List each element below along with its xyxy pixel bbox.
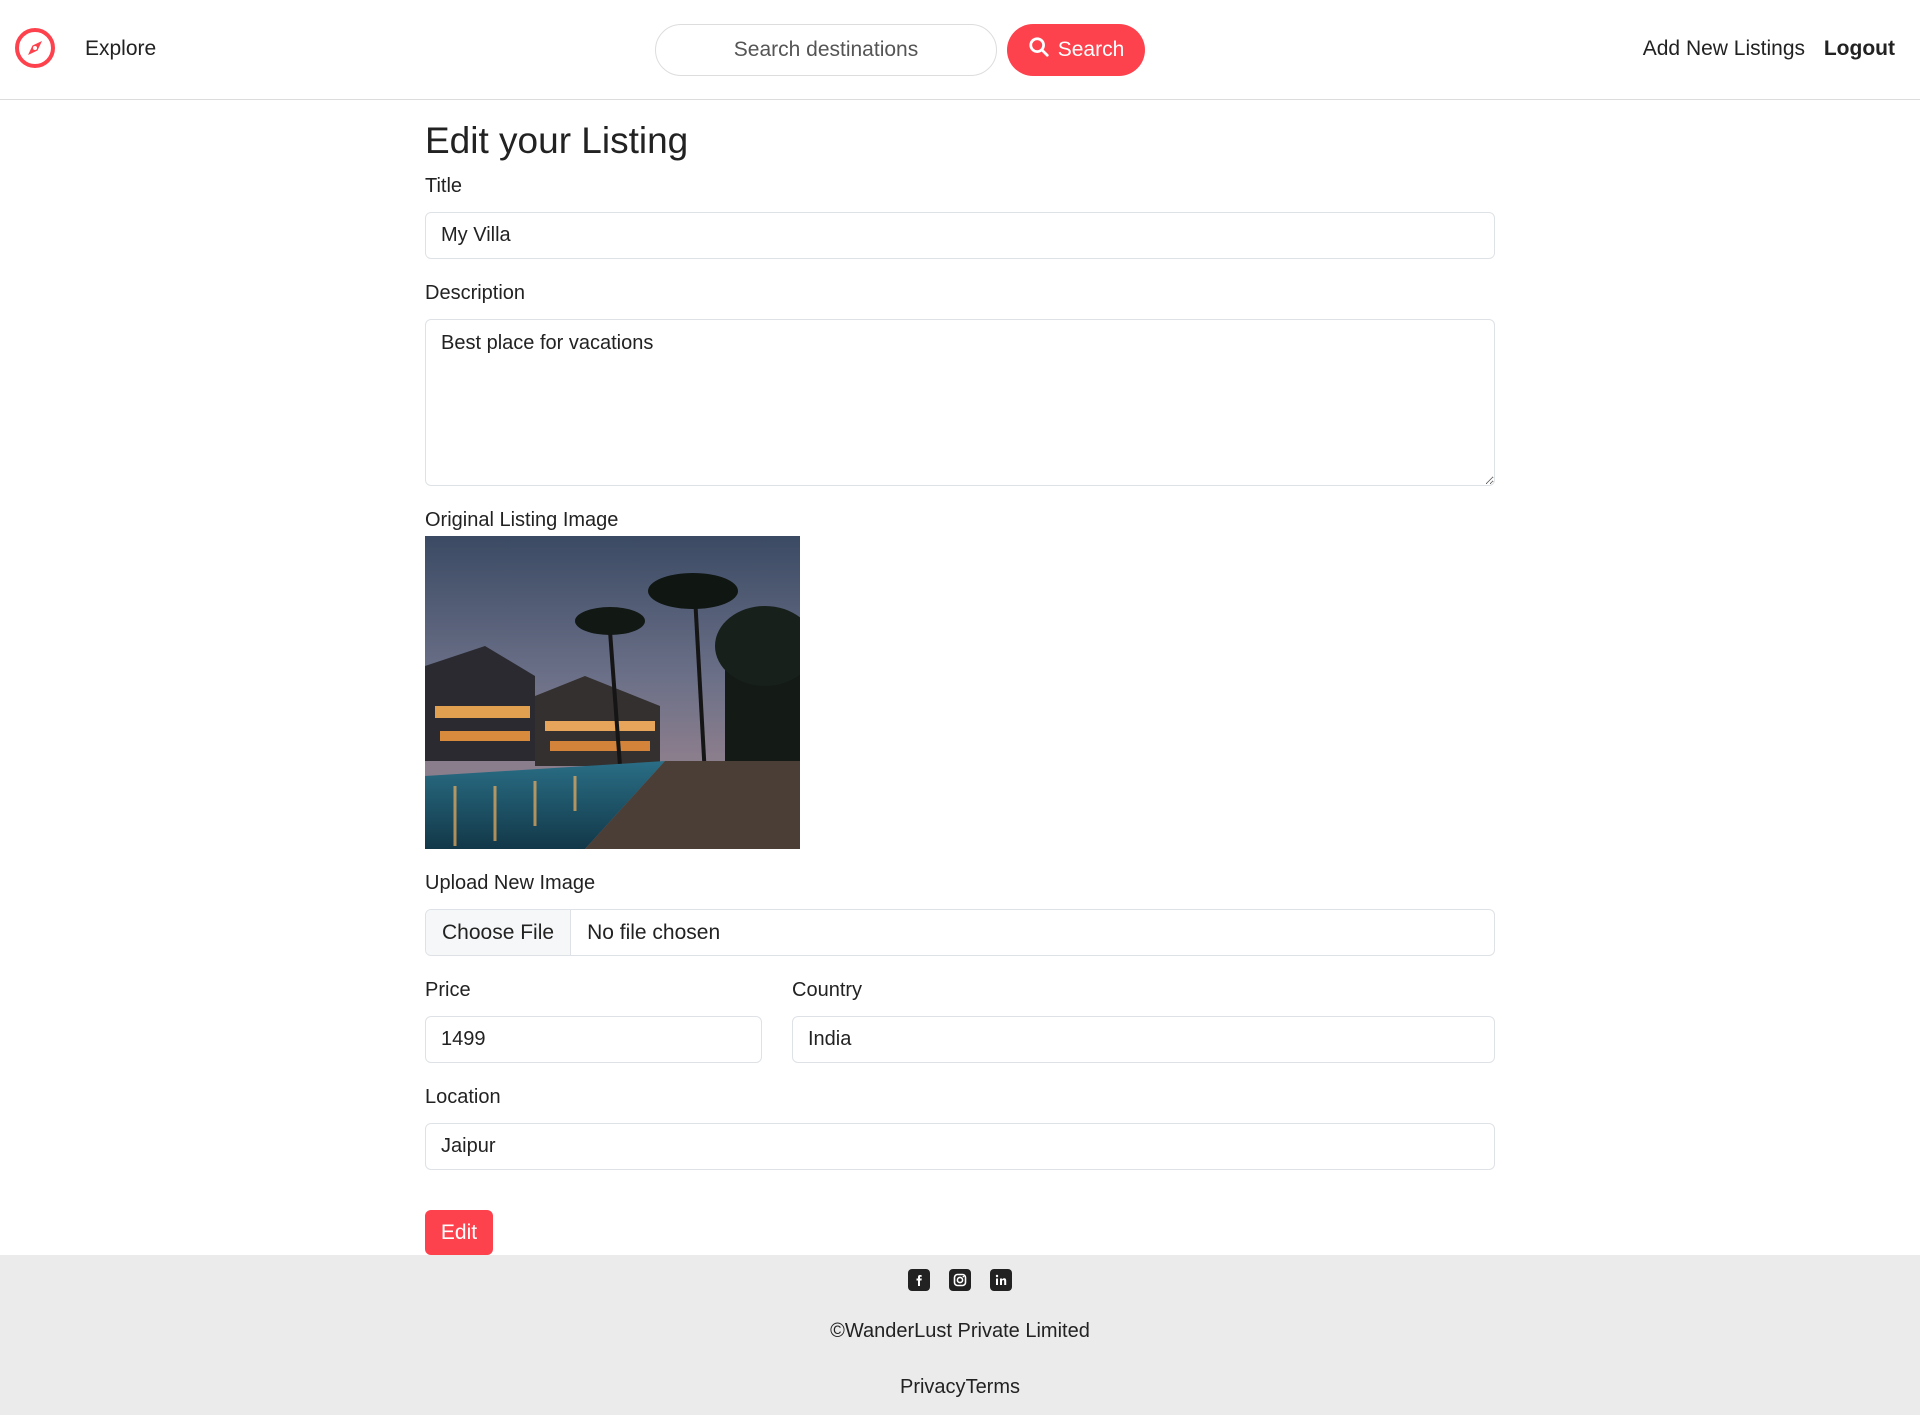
price-label: Price	[425, 979, 471, 1001]
facebook-icon[interactable]	[908, 1269, 930, 1291]
nav-logout-link[interactable]: Logout	[1824, 37, 1895, 61]
country-input[interactable]	[792, 1016, 1495, 1063]
listing-image	[425, 536, 800, 849]
upload-label: Upload New Image	[425, 872, 596, 894]
linkedin-icon[interactable]	[990, 1269, 1012, 1291]
title-input[interactable]	[425, 212, 1495, 259]
footer-links: PrivacyTerms	[0, 1376, 1920, 1399]
terms-link[interactable]: Terms	[966, 1376, 1020, 1398]
original-image-label: Original Listing Image	[425, 509, 619, 531]
file-status: No file chosen	[587, 920, 721, 944]
price-input[interactable]	[425, 1016, 762, 1063]
social-links	[0, 1269, 1920, 1291]
location-input[interactable]	[425, 1123, 1495, 1170]
search-icon	[1028, 36, 1050, 64]
nav-explore-link[interactable]: Explore	[85, 37, 156, 61]
nav-add-listing-link[interactable]: Add New Listings	[1643, 37, 1805, 61]
search-button-label: Search	[1057, 38, 1125, 61]
country-label: Country	[792, 979, 863, 1001]
navbar: Explore Search Add New Listings Logout	[0, 0, 1920, 100]
privacy-link[interactable]: Privacy	[900, 1376, 966, 1398]
file-upload-input[interactable]: Choose File No file chosen	[425, 909, 1495, 956]
choose-file-button[interactable]: Choose File	[426, 910, 572, 955]
footer: ©WanderLust Private Limited PrivacyTerms	[0, 1255, 1920, 1415]
search-button[interactable]: Search	[1007, 24, 1145, 76]
title-label: Title	[425, 175, 463, 197]
edit-submit-button[interactable]: Edit	[425, 1210, 493, 1255]
page-title: Edit your Listing	[425, 120, 689, 161]
compass-icon[interactable]	[14, 27, 56, 69]
description-textarea[interactable]: Best place for vacations	[425, 319, 1495, 486]
instagram-icon[interactable]	[949, 1269, 971, 1291]
search-input[interactable]	[655, 24, 997, 76]
copyright-text: ©WanderLust Private Limited	[830, 1320, 1090, 1342]
location-label: Location	[425, 1086, 501, 1108]
description-label: Description	[425, 282, 526, 304]
